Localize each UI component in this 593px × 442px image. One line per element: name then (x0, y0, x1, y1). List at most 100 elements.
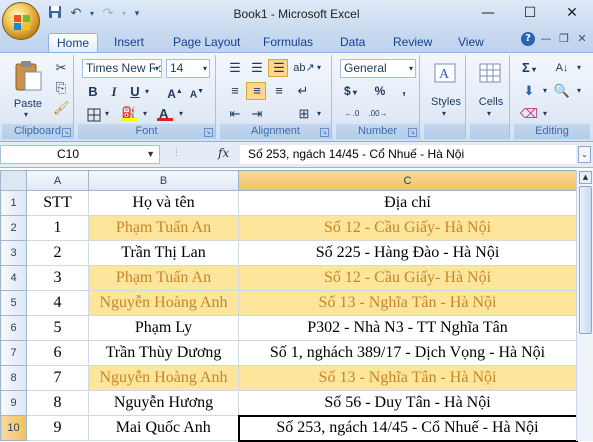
fill-button[interactable]: ⬇ ▾ (518, 82, 548, 100)
cut-button[interactable]: ✂ (50, 59, 70, 77)
cell-c-4[interactable]: Số 12 - Cầu Giấy- Hà Nội (238, 265, 577, 291)
clipboard-launcher-icon[interactable]: ↘ (62, 128, 71, 137)
close-button[interactable]: ✕ (551, 0, 593, 28)
increase-decimal-button[interactable]: ←.0 (340, 105, 364, 123)
cell-b-9[interactable]: Nguyễn Hương (88, 390, 239, 416)
cell-a-2[interactable]: 1 (26, 215, 89, 241)
cell-b-4[interactable]: Phạm Tuấn An (88, 265, 239, 291)
cell-a-4[interactable]: 3 (26, 265, 89, 291)
cell-a-9[interactable]: 8 (26, 390, 89, 416)
column-header-b[interactable]: B (88, 170, 239, 191)
font-launcher-icon[interactable]: ↘ (204, 128, 213, 137)
italic-button[interactable]: I (105, 83, 123, 101)
row-header[interactable]: 7 (0, 340, 27, 366)
cell-c-10[interactable]: Số 253, ngách 14/45 - Cổ Nhuế - Hà Nội (237, 414, 578, 442)
vertical-scrollbar[interactable]: ▲ (576, 170, 593, 441)
tab-view[interactable]: View (450, 33, 492, 52)
clear-button[interactable]: ⌫ ▾ (518, 105, 548, 123)
cell-b-10[interactable]: Mai Quốc Anh (88, 415, 239, 441)
cell-b-2[interactable]: Phạm Tuấn An (88, 215, 239, 241)
select-all-corner[interactable] (0, 170, 27, 191)
paste-button[interactable]: Paste ▾ (8, 59, 46, 119)
minimize-button[interactable]: — (467, 0, 509, 28)
cell-b-1[interactable]: Họ và tên (88, 190, 239, 216)
styles-button[interactable]: A Styles ▾ (427, 59, 463, 119)
number-launcher-icon[interactable]: ↘ (408, 128, 417, 137)
cell-c-5[interactable]: Số 13 - Nghĩa Tân - Hà Nội (238, 290, 577, 316)
orientation-button[interactable]: ab↗ ▾ (292, 59, 322, 77)
cell-b-3[interactable]: Trần Thị Lan (88, 240, 239, 266)
borders-button[interactable]: ▾ (84, 105, 110, 123)
cell-a-5[interactable]: 4 (26, 290, 89, 316)
name-box-dropdown-icon[interactable]: ▼ (146, 146, 155, 163)
scrollbar-thumb[interactable] (579, 186, 592, 334)
autosum-button[interactable]: Σ ▾ (518, 59, 548, 77)
cell-c-1[interactable]: Địa chỉ (238, 190, 577, 216)
ribbon-close-icon[interactable]: ✕ (575, 32, 589, 46)
percent-button[interactable]: % (370, 82, 390, 100)
cell-a-8[interactable]: 7 (26, 365, 89, 391)
align-right-button[interactable]: ≡ (268, 82, 288, 100)
tab-insert[interactable]: Insert (106, 33, 152, 52)
increase-font-size-button[interactable]: A▲ (164, 83, 184, 101)
cell-c-9[interactable]: Số 56 - Duy Tân - Hà Nội (238, 390, 577, 416)
alignment-launcher-icon[interactable]: ↘ (320, 128, 329, 137)
align-top-button[interactable]: ☰ (224, 59, 244, 77)
number-format-select[interactable]: General ▾ (340, 59, 416, 78)
decrease-font-size-button[interactable]: A▼ (186, 83, 206, 101)
increase-indent-button[interactable]: ⇥ (246, 105, 266, 123)
tab-formulas[interactable]: Formulas (255, 33, 321, 52)
bold-button[interactable]: B (84, 83, 102, 101)
align-bottom-button[interactable]: ☰ (268, 59, 288, 77)
cell-c-3[interactable]: Số 225 - Hàng Đào - Hà Nội (238, 240, 577, 266)
decrease-indent-button[interactable]: ⇤ (224, 105, 244, 123)
row-header[interactable]: 9 (0, 390, 27, 416)
tab-review[interactable]: Review (385, 33, 440, 52)
row-header[interactable]: 1 (0, 190, 27, 216)
comma-style-button[interactable]: , (394, 82, 414, 100)
row-header[interactable]: 10 (0, 415, 27, 441)
cells-button[interactable]: Cells ▾ (472, 59, 508, 119)
expand-formula-bar-icon[interactable]: ⌄ (578, 146, 591, 163)
align-center-button[interactable]: ≡ (246, 82, 266, 100)
cell-b-7[interactable]: Trần Thùy Dương (88, 340, 239, 366)
underline-button[interactable]: U (126, 83, 144, 101)
cell-c-2[interactable]: Số 12 - Cầu Giấy- Hà Nội (238, 215, 577, 241)
align-left-button[interactable]: ≡ (224, 82, 244, 100)
column-header-a[interactable]: A (26, 170, 89, 191)
column-header-c[interactable]: C (238, 170, 577, 191)
cell-c-7[interactable]: Số 1, nghách 389/17 - Dịch Vọng - Hà Nội (238, 340, 577, 366)
cell-a-3[interactable]: 2 (26, 240, 89, 266)
row-header[interactable]: 3 (0, 240, 27, 266)
ribbon-minimize-icon[interactable]: — (539, 32, 553, 46)
tab-data[interactable]: Data (332, 33, 373, 52)
row-header[interactable]: 2 (0, 215, 27, 241)
ribbon-restore-icon[interactable]: ❐ (557, 32, 571, 46)
scroll-up-icon[interactable]: ▲ (579, 171, 592, 184)
currency-button[interactable]: $ ▾ (340, 82, 364, 100)
row-header[interactable]: 8 (0, 365, 27, 391)
tab-page-layout[interactable]: Page Layout (165, 33, 248, 52)
formula-input[interactable]: Số 253, ngách 14/45 - Cổ Nhuế - Hà Nội (240, 145, 576, 164)
cell-a-6[interactable]: 5 (26, 315, 89, 341)
cell-a-10[interactable]: 9 (26, 415, 89, 441)
font-color-button[interactable]: A ▾ (154, 105, 184, 123)
find-select-button[interactable]: 🔍 ▾ (550, 82, 582, 100)
format-painter-button[interactable]: 🖌 (50, 99, 70, 117)
formula-bar-resize-icon[interactable]: ⋮ (172, 148, 182, 160)
cell-c-6[interactable]: P302 - Nhà N3 - TT Nghĩa Tân (238, 315, 577, 341)
wrap-text-button[interactable]: ↵ (292, 82, 312, 100)
sort-filter-button[interactable]: A↓ ▾ (550, 59, 582, 77)
underline-dropdown-icon[interactable]: ▾ (144, 83, 154, 101)
row-header[interactable]: 5 (0, 290, 27, 316)
office-button[interactable] (2, 2, 40, 40)
font-name-select[interactable]: Times New Ro ▾ (82, 59, 162, 78)
cell-c-8[interactable]: Số 13 - Nghĩa Tân - Hà Nội (238, 365, 577, 391)
row-header[interactable]: 6 (0, 315, 27, 341)
fill-color-button[interactable]: ⛽ ▾ (118, 105, 148, 123)
row-header[interactable]: 4 (0, 265, 27, 291)
align-middle-button[interactable]: ☰ (246, 59, 266, 77)
merge-center-button[interactable]: ⊞ ▾ (292, 105, 322, 123)
maximize-button[interactable]: ☐ (509, 0, 551, 28)
decrease-decimal-button[interactable]: .00→ (366, 105, 390, 123)
